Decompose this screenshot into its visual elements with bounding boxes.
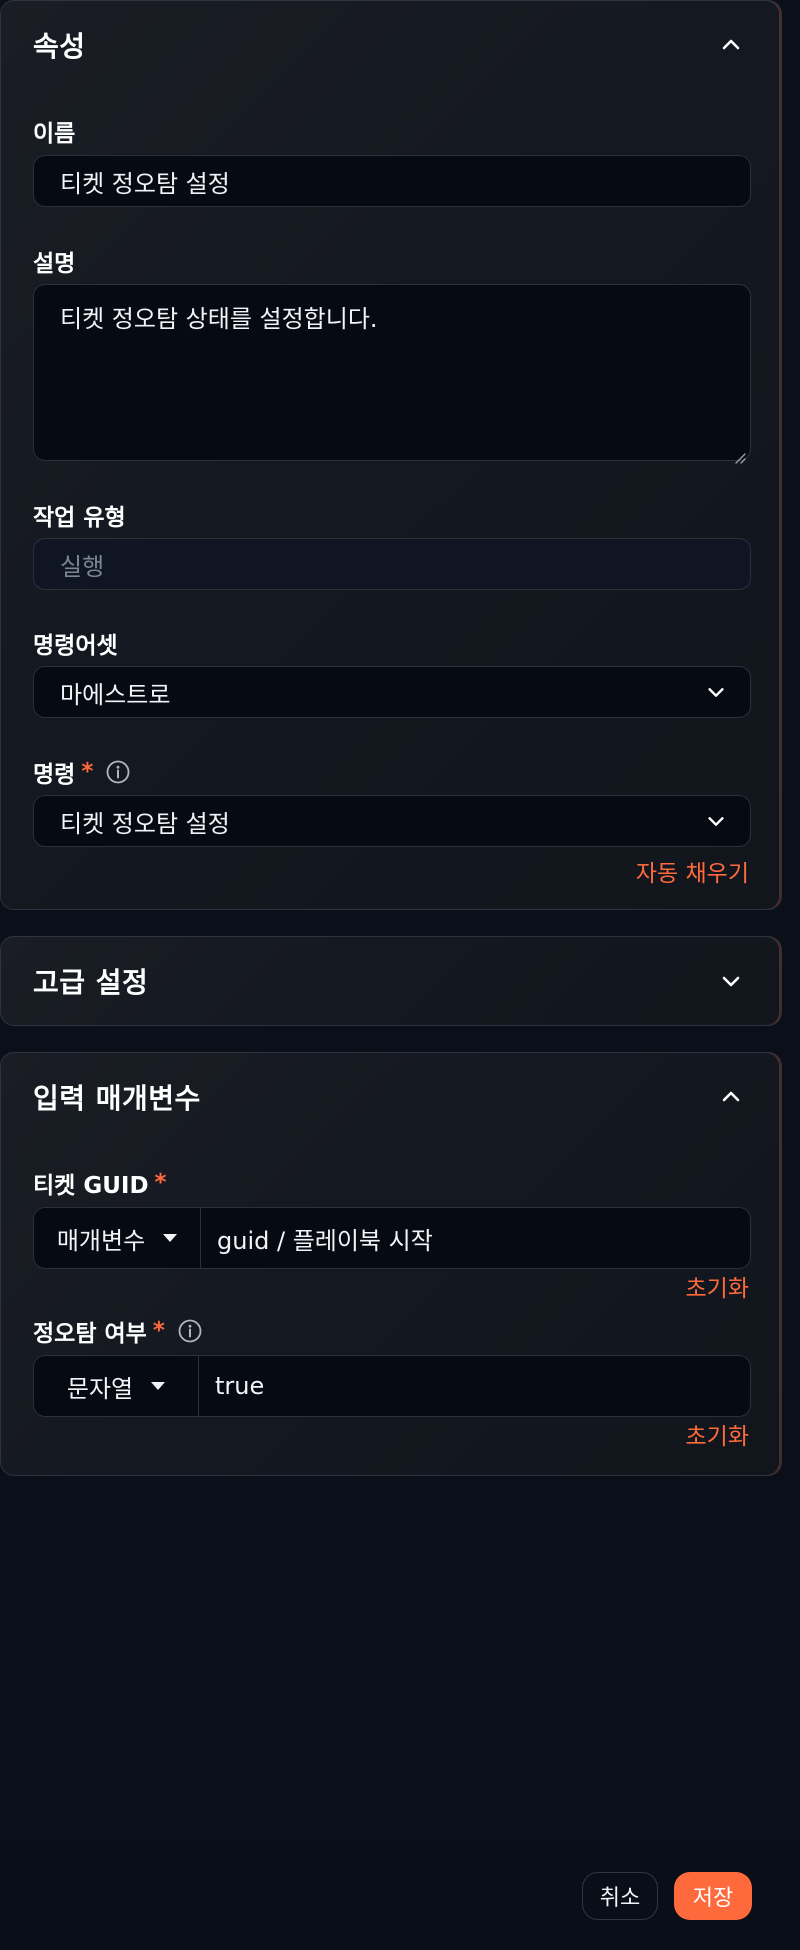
param-ticket-guid-label: 티켓 GUID * <box>33 1170 167 1199</box>
command-asset-select[interactable]: 마에스트로 <box>33 666 751 718</box>
name-input[interactable]: 티켓 정오탐 설정 <box>33 155 751 207</box>
task-type-label: 작업 유형 <box>33 505 126 531</box>
param-type-select[interactable]: 문자열 <box>34 1356 199 1416</box>
save-button[interactable]: 저장 <box>674 1872 752 1920</box>
info-icon[interactable] <box>105 759 131 785</box>
param-true-false-label: 정오탐 여부 * <box>33 1315 203 1347</box>
chevron-down-icon <box>704 809 728 833</box>
task-type-input: 실행 <box>33 538 751 590</box>
name-label: 이름 <box>33 121 76 147</box>
param-true-false-field: 문자열 true <box>33 1355 751 1417</box>
input-params-header[interactable]: 입력 매개변수 <box>33 1077 749 1117</box>
command-label: 명령 * <box>33 756 131 788</box>
properties-panel: 속성 이름 티켓 정오탐 설정 설명 티켓 정오탐 상태를 설정합니다. 작업 … <box>0 0 782 910</box>
required-mark: * <box>154 1170 167 1196</box>
chevron-up-icon[interactable] <box>713 27 749 63</box>
advanced-header[interactable]: 고급 설정 <box>33 961 749 1001</box>
command-select[interactable]: 티켓 정오탐 설정 <box>33 795 751 847</box>
advanced-title: 고급 설정 <box>33 966 149 999</box>
required-mark: * <box>152 1318 165 1344</box>
cancel-button[interactable]: 취소 <box>582 1872 658 1920</box>
footer-bar: 취소 저장 <box>0 1838 800 1950</box>
properties-title: 속성 <box>33 30 86 63</box>
param-ticket-guid-field: 매개변수 guid / 플레이북 시작 <box>33 1207 751 1269</box>
properties-header[interactable]: 속성 <box>33 25 749 65</box>
command-asset-label: 명령어셋 <box>33 633 118 659</box>
input-params-panel: 입력 매개변수 티켓 GUID * 매개변수 guid / 플레이북 시작 초기… <box>0 1052 782 1476</box>
autofill-link[interactable]: 자동 채우기 <box>636 854 749 888</box>
param-reset-link[interactable]: 초기화 <box>686 1269 749 1303</box>
caret-down-icon <box>151 1382 166 1390</box>
caret-down-icon <box>163 1234 178 1242</box>
chevron-up-icon[interactable] <box>713 1079 749 1115</box>
param-value-input[interactable]: true <box>199 1356 750 1416</box>
input-params-title: 입력 매개변수 <box>33 1082 201 1115</box>
description-label: 설명 <box>33 251 76 277</box>
description-textarea[interactable]: 티켓 정오탐 상태를 설정합니다. <box>33 284 751 464</box>
param-reset-link[interactable]: 초기화 <box>686 1417 749 1451</box>
required-mark: * <box>81 759 94 785</box>
param-type-select[interactable]: 매개변수 <box>34 1208 201 1268</box>
resize-grip-icon[interactable] <box>732 442 746 464</box>
chevron-down-icon <box>704 680 728 704</box>
chevron-down-icon[interactable] <box>713 963 749 999</box>
param-value-input[interactable]: guid / 플레이북 시작 <box>201 1208 750 1268</box>
advanced-panel: 고급 설정 <box>0 936 782 1026</box>
info-icon[interactable] <box>177 1318 203 1344</box>
